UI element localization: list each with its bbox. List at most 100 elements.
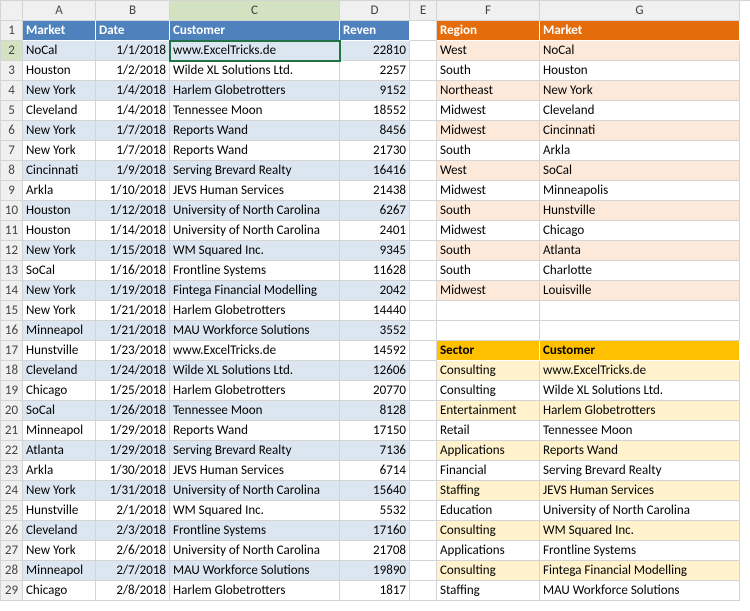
t3-cell[interactable]: Reports Wand xyxy=(540,441,740,461)
t2-cell[interactable]: SoCal xyxy=(540,161,740,181)
t1-cell[interactable]: 16416 xyxy=(340,161,410,181)
empty-cell[interactable] xyxy=(410,421,437,441)
t2-cell[interactable]: West xyxy=(437,41,540,61)
empty-cell[interactable] xyxy=(410,121,437,141)
t1-cell[interactable]: New York xyxy=(23,121,96,141)
empty-cell[interactable] xyxy=(410,541,437,561)
t1-cell[interactable]: 9345 xyxy=(340,241,410,261)
t1-cell[interactable]: Cincinnati xyxy=(23,161,96,181)
row-header-13[interactable]: 13 xyxy=(1,261,23,281)
t2-cell[interactable]: Chicago xyxy=(540,221,740,241)
t1-cell[interactable]: MAU Workforce Solutions xyxy=(170,321,340,341)
t1-cell[interactable]: 1/30/2018 xyxy=(96,461,170,481)
t3-cell[interactable]: Consulting xyxy=(437,361,540,381)
empty-cell[interactable] xyxy=(410,161,437,181)
t1-cell[interactable]: 21708 xyxy=(340,541,410,561)
col-header-C[interactable]: C xyxy=(170,1,340,21)
t1-cell[interactable]: 2/7/2018 xyxy=(96,561,170,581)
t1-cell[interactable]: Reports Wand xyxy=(170,421,340,441)
row-header-22[interactable]: 22 xyxy=(1,441,23,461)
empty-cell[interactable] xyxy=(410,181,437,201)
t2-cell[interactable]: NoCal xyxy=(540,41,740,61)
empty-cell[interactable] xyxy=(410,581,437,601)
t1-cell[interactable]: Frontline Systems xyxy=(170,261,340,281)
t3-header-sector[interactable]: Sector xyxy=(437,341,540,361)
t1-cell[interactable]: Chicago xyxy=(23,581,96,601)
t1-cell[interactable]: 18552 xyxy=(340,101,410,121)
t1-cell[interactable]: Wilde XL Solutions Ltd. xyxy=(170,361,340,381)
t1-cell[interactable]: 2042 xyxy=(340,281,410,301)
t2-cell[interactable]: Midwest xyxy=(437,101,540,121)
t1-cell[interactable]: Cleveland xyxy=(23,521,96,541)
t1-cell[interactable]: 2257 xyxy=(340,61,410,81)
empty-cell[interactable] xyxy=(410,341,437,361)
t2-cell[interactable]: South xyxy=(437,201,540,221)
row-header-27[interactable]: 27 xyxy=(1,541,23,561)
t1-cell[interactable]: 17150 xyxy=(340,421,410,441)
row-header-2[interactable]: 2 xyxy=(1,41,23,61)
t1-cell[interactable]: 2/3/2018 xyxy=(96,521,170,541)
t1-cell[interactable]: Serving Brevard Realty xyxy=(170,441,340,461)
row-header-12[interactable]: 12 xyxy=(1,241,23,261)
t1-cell[interactable]: 9152 xyxy=(340,81,410,101)
t2-cell[interactable]: South xyxy=(437,261,540,281)
t2-cell[interactable]: Hunstville xyxy=(540,201,740,221)
empty-cell[interactable] xyxy=(410,61,437,81)
empty-cell[interactable] xyxy=(410,461,437,481)
t1-cell[interactable]: 1/23/2018 xyxy=(96,341,170,361)
t1-cell[interactable]: NoCal xyxy=(23,41,96,61)
t2-cell[interactable]: Midwest xyxy=(437,181,540,201)
t1-cell[interactable]: 1/1/2018 xyxy=(96,41,170,61)
t1-cell[interactable]: 21730 xyxy=(340,141,410,161)
t2-cell[interactable]: Cincinnati xyxy=(540,121,740,141)
row-header-19[interactable]: 19 xyxy=(1,381,23,401)
empty-cell[interactable] xyxy=(410,361,437,381)
t1-cell[interactable]: 1/15/2018 xyxy=(96,241,170,261)
t3-cell[interactable]: Consulting xyxy=(437,381,540,401)
t3-cell[interactable]: Applications xyxy=(437,441,540,461)
empty-cell[interactable] xyxy=(410,281,437,301)
t3-cell[interactable]: Frontline Systems xyxy=(540,541,740,561)
row-header-11[interactable]: 11 xyxy=(1,221,23,241)
t1-cell[interactable]: 1/2/2018 xyxy=(96,61,170,81)
t1-cell[interactable]: Tennessee Moon xyxy=(170,401,340,421)
t1-cell[interactable]: 3552 xyxy=(340,321,410,341)
empty-cell[interactable] xyxy=(437,321,540,341)
row-header-20[interactable]: 20 xyxy=(1,401,23,421)
t1-cell[interactable]: Fintega Financial Modelling xyxy=(170,281,340,301)
t1-cell[interactable]: Atlanta xyxy=(23,441,96,461)
col-header-F[interactable]: F xyxy=(437,1,540,21)
t3-cell[interactable]: Education xyxy=(437,501,540,521)
row-header-29[interactable]: 29 xyxy=(1,581,23,601)
row-header-6[interactable]: 6 xyxy=(1,121,23,141)
t1-cell[interactable]: Hunstville xyxy=(23,501,96,521)
t1-cell[interactable]: 1/14/2018 xyxy=(96,221,170,241)
empty-cell[interactable] xyxy=(410,441,437,461)
t3-cell[interactable]: Entertainment xyxy=(437,401,540,421)
empty-cell[interactable] xyxy=(410,21,437,41)
t3-cell[interactable]: Harlem Globetrotters xyxy=(540,401,740,421)
t1-cell[interactable]: 8128 xyxy=(340,401,410,421)
t1-header-customer[interactable]: Customer xyxy=(170,21,340,41)
select-all-cell[interactable] xyxy=(1,1,23,21)
row-header-26[interactable]: 26 xyxy=(1,521,23,541)
t1-cell[interactable]: 12606 xyxy=(340,361,410,381)
row-header-7[interactable]: 7 xyxy=(1,141,23,161)
t1-cell[interactable]: New York xyxy=(23,81,96,101)
t2-cell[interactable]: South xyxy=(437,241,540,261)
t1-cell[interactable]: Houston xyxy=(23,201,96,221)
t1-cell[interactable]: 1/4/2018 xyxy=(96,101,170,121)
t2-cell[interactable]: New York xyxy=(540,81,740,101)
col-header-B[interactable]: B xyxy=(96,1,170,21)
t1-cell[interactable]: 6267 xyxy=(340,201,410,221)
t1-cell[interactable]: 5532 xyxy=(340,501,410,521)
t1-cell[interactable]: New York xyxy=(23,541,96,561)
t1-cell[interactable]: 1817 xyxy=(340,581,410,601)
t1-cell[interactable]: New York xyxy=(23,241,96,261)
t3-header-customer[interactable]: Customer xyxy=(540,341,740,361)
empty-cell[interactable] xyxy=(410,241,437,261)
t1-cell[interactable]: 1/9/2018 xyxy=(96,161,170,181)
t1-cell[interactable]: Tennessee Moon xyxy=(170,101,340,121)
t1-cell[interactable]: SoCal xyxy=(23,401,96,421)
t3-cell[interactable]: Serving Brevard Realty xyxy=(540,461,740,481)
